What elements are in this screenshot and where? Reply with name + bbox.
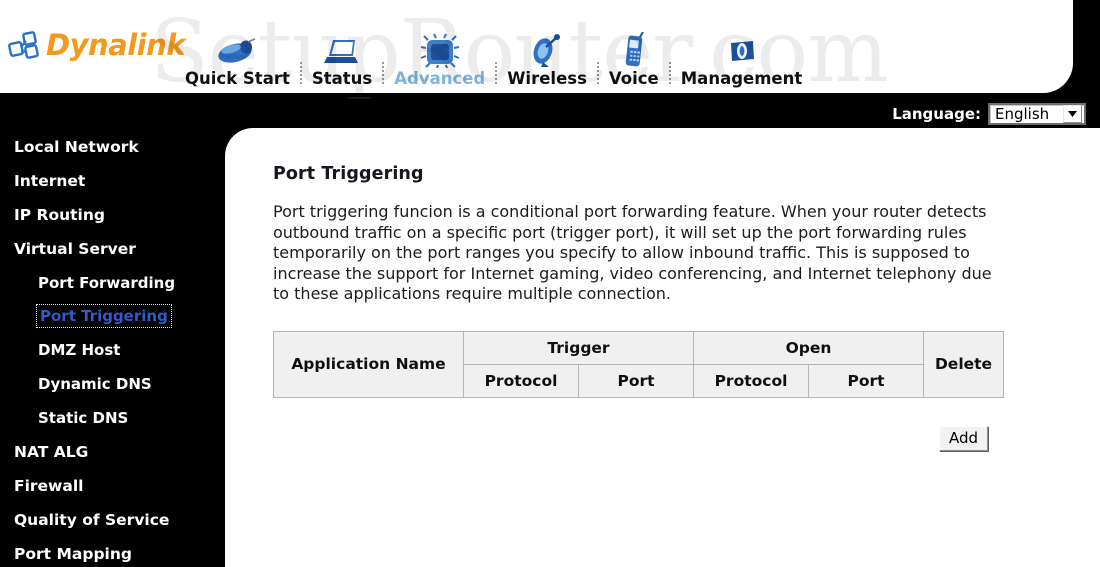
sidebar-item-port-mapping[interactable]: Port Mapping <box>0 537 225 567</box>
column-header-trigger-protocol: Protocol <box>463 363 579 398</box>
sidebar-navigation: Local Network Internet IP Routing Virtua… <box>0 130 225 567</box>
router-admin-page: Dynalink Quick Start Status Advanced Wir… <box>0 0 1100 567</box>
chevron-down-icon[interactable] <box>1063 105 1082 123</box>
sidebar-item-nat-alg[interactable]: NAT ALG <box>0 435 225 469</box>
nav-label: Advanced <box>394 68 486 88</box>
language-bar: Language: English <box>892 103 1086 125</box>
sidebar-item-dmz-host[interactable]: DMZ Host <box>0 333 225 367</box>
satellite-dish-icon <box>529 28 565 68</box>
nav-item-quick-start[interactable]: Quick Start <box>175 16 300 88</box>
brand-logo[interactable]: Dynalink <box>8 26 186 64</box>
chip-icon <box>420 28 460 68</box>
page-title: Port Triggering <box>273 164 424 184</box>
nav-item-management[interactable]: Management <box>671 16 812 88</box>
column-header-delete: Delete <box>923 330 1005 398</box>
column-header-trigger: Trigger <box>463 330 694 365</box>
language-label: Language: <box>892 105 981 123</box>
column-header-open: Open <box>692 330 925 365</box>
brand-name: Dynalink <box>46 27 186 62</box>
sidebar-item-ip-routing[interactable]: IP Routing <box>0 198 225 232</box>
sidebar-item-local-network[interactable]: Local Network <box>0 130 225 164</box>
add-button[interactable]: Add <box>938 425 988 451</box>
nav-label: Voice <box>608 68 659 88</box>
port-triggering-table: Application Name Trigger Open Delete Pro… <box>273 330 1005 398</box>
language-selected-value: English <box>995 104 1050 123</box>
column-header-open-protocol: Protocol <box>693 363 809 398</box>
sidebar-item-quality-of-service[interactable]: Quality of Service <box>0 503 225 537</box>
language-select[interactable]: English <box>988 103 1086 125</box>
laptop-icon <box>322 28 362 68</box>
nav-item-wireless[interactable]: Wireless <box>497 16 597 88</box>
main-content-panel: Port Triggering Port triggering funcion … <box>225 128 1100 567</box>
mobile-phone-icon <box>620 28 648 68</box>
sidebar-item-virtual-server[interactable]: Virtual Server <box>0 232 225 266</box>
table-header-row-1: Application Name Trigger Open Delete <box>273 330 1005 398</box>
sidebar-item-firewall[interactable]: Firewall <box>0 469 225 503</box>
page-header: Dynalink Quick Start Status Advanced Wir… <box>0 0 1073 93</box>
network-nodes-icon <box>8 31 39 59</box>
sidebar-item-internet[interactable]: Internet <box>0 164 225 198</box>
nav-label: Quick Start <box>185 68 290 88</box>
page-description: Port triggering funcion is a conditional… <box>273 202 992 303</box>
column-header-application-name: Application Name <box>273 330 464 398</box>
nav-label: Management <box>680 68 803 88</box>
watermark-text: SetupRouter.com <box>150 97 889 102</box>
nav-item-status[interactable]: Status <box>302 16 382 88</box>
sidebar-item-port-forwarding[interactable]: Port Forwarding <box>0 266 225 300</box>
column-header-open-port: Port <box>807 363 925 398</box>
nav-label: Wireless <box>507 68 587 88</box>
sidebar-item-static-dns[interactable]: Static DNS <box>0 401 225 435</box>
column-header-trigger-port: Port <box>578 363 694 398</box>
flag-icon <box>725 28 759 68</box>
mouse-icon <box>215 28 259 68</box>
table-actions: Add <box>273 425 988 451</box>
nav-label: Status <box>311 68 373 88</box>
sidebar-item-dynamic-dns[interactable]: Dynamic DNS <box>0 367 225 401</box>
main-navigation: Quick Start Status Advanced Wireless Voi… <box>175 10 812 88</box>
nav-item-voice[interactable]: Voice <box>599 16 669 88</box>
sidebar-item-port-triggering[interactable]: Port Triggering <box>36 304 172 328</box>
nav-item-advanced[interactable]: Advanced <box>384 16 495 88</box>
